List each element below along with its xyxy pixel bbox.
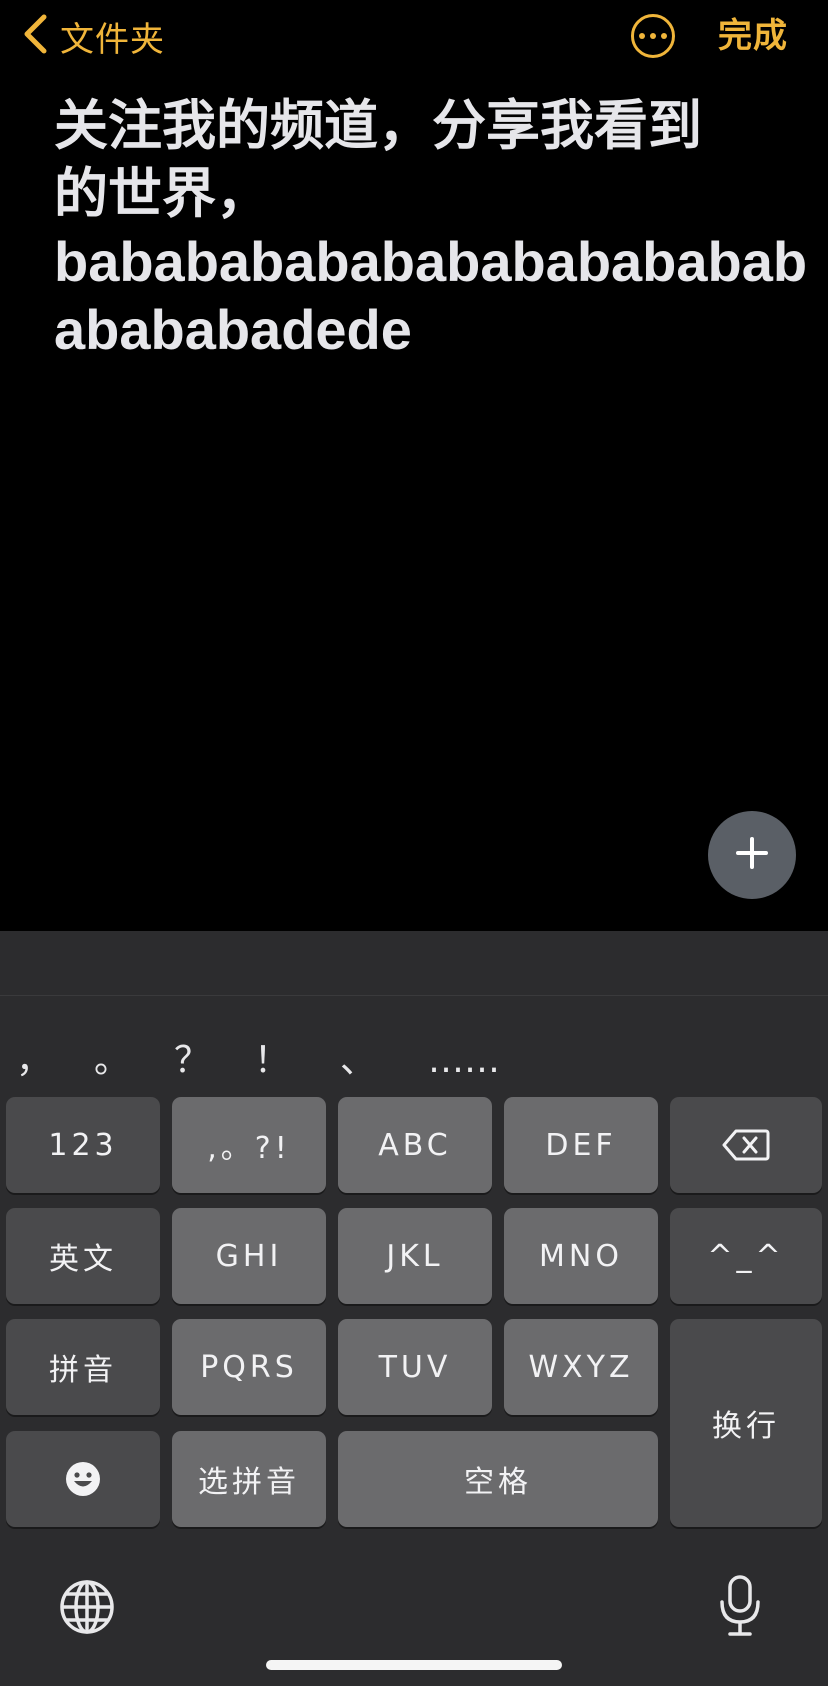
punctuation-row: ， 。 ？ ！ 、 …… (0, 1031, 828, 1091)
globe-icon[interactable] (58, 1578, 116, 1636)
return-key[interactable]: 换行 (670, 1319, 822, 1527)
select-pinyin-key[interactable]: 选拼音 (172, 1431, 326, 1527)
punct-period[interactable]: 。 (94, 1031, 130, 1091)
note-line: bababababababababababab (54, 230, 808, 293)
space-key[interactable]: 空格 (338, 1431, 658, 1527)
note-line: 关注我的频道，分享我看到 (54, 94, 702, 157)
back-button[interactable]: 文件夹 (22, 12, 165, 60)
punct-key[interactable]: ,。?! (172, 1097, 326, 1193)
emoticon-key[interactable]: ^_^ (670, 1208, 822, 1304)
back-label: 文件夹 (60, 19, 165, 60)
emoji-key[interactable] (6, 1431, 160, 1527)
punct-dun[interactable]: 、 (340, 1031, 376, 1091)
punct-ellipsis[interactable]: …… (428, 1031, 500, 1091)
punct-exclamation[interactable]: ！ (254, 1031, 290, 1091)
punct-question[interactable]: ？ (174, 1031, 210, 1091)
punct-comma[interactable]: ， (16, 1031, 52, 1091)
smiley-icon (65, 1461, 101, 1497)
done-button[interactable]: 完成 (718, 12, 788, 60)
mno-key[interactable]: MNO (504, 1208, 658, 1304)
delete-key[interactable] (670, 1097, 822, 1193)
note-text-area[interactable]: 关注我的频道，分享我看到 的世界， bababababababababababa… (54, 92, 808, 364)
wxyz-key[interactable]: WXYZ (504, 1319, 658, 1415)
note-line: 的世界， (54, 162, 270, 225)
jkl-key[interactable]: JKL (338, 1208, 492, 1304)
numbers-key[interactable]: 123 (6, 1097, 160, 1193)
delete-icon (722, 1128, 770, 1162)
more-options-icon[interactable] (631, 14, 675, 58)
candidate-bar (0, 931, 828, 996)
microphone-icon[interactable] (716, 1574, 764, 1638)
note-line: abababadede (54, 298, 412, 361)
def-key[interactable]: DEF (504, 1097, 658, 1193)
home-indicator[interactable] (266, 1660, 562, 1670)
add-button[interactable] (708, 811, 796, 899)
english-key[interactable]: 英文 (6, 1208, 160, 1304)
abc-key[interactable]: ABC (338, 1097, 492, 1193)
pqrs-key[interactable]: PQRS (172, 1319, 326, 1415)
pinyin-key[interactable]: 拼音 (6, 1319, 160, 1415)
keyboard: ， 。 ？ ！ 、 …… (0, 931, 828, 1686)
chevron-left-icon (22, 13, 48, 59)
tuv-key[interactable]: TUV (338, 1319, 492, 1415)
navigation-bar: 文件夹 完成 (0, 0, 828, 80)
ghi-key[interactable]: GHI (172, 1208, 326, 1304)
plus-icon (735, 836, 769, 874)
